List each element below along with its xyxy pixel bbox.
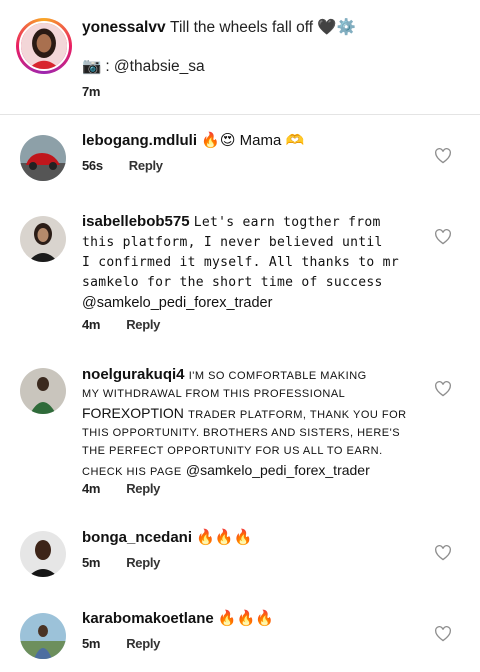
photo-credit: 📷 : @thabsie_sa <box>82 57 205 76</box>
profile-photo <box>20 216 66 262</box>
comment-username[interactable]: bonga_ncedani <box>82 529 192 546</box>
comment-avatar[interactable] <box>20 135 66 181</box>
post-caption: yonessalvv Till the wheels fall off 🖤⚙️ <box>82 18 462 37</box>
comment-meta: 5m Reply <box>82 555 160 570</box>
post-timestamp: 7m <box>82 84 101 99</box>
comment-meta: 4m Reply <box>82 481 160 496</box>
heart-outline-icon[interactable] <box>434 381 452 397</box>
comment-timestamp: 4m <box>82 481 101 496</box>
reply-button[interactable]: Reply <box>126 481 160 496</box>
reply-button[interactable]: Reply <box>129 158 163 173</box>
comment-avatar[interactable] <box>20 613 66 659</box>
comment-body: noelgurakuqi4 I'm so comfortable making … <box>82 365 427 481</box>
photo-credit-handle[interactable]: : @thabsie_sa <box>105 58 204 76</box>
profile-photo <box>20 613 66 659</box>
comment-text-line: this platform, I never believed until <box>82 235 383 250</box>
reply-button[interactable]: Reply <box>126 555 160 570</box>
heart-outline-icon[interactable] <box>434 626 452 642</box>
comment-text-line: the perfect opportunity for us all to ea… <box>82 445 383 457</box>
heart-outline-icon[interactable] <box>434 229 452 245</box>
comment-mention[interactable]: @samkelo_pedi_forex_trader <box>186 462 370 478</box>
profile-photo <box>20 368 66 414</box>
comment-mention[interactable]: @samkelo_pedi_forex_trader <box>82 293 427 313</box>
comment-body: lebogang.mdluli 🔥😍 Mama 🫶 <box>82 131 422 151</box>
caption-divider <box>0 114 480 115</box>
reply-button[interactable]: Reply <box>126 317 160 332</box>
post-username[interactable]: yonessalvv <box>82 19 166 36</box>
comment-timestamp: 5m <box>82 636 101 651</box>
heart-outline-icon[interactable] <box>434 545 452 561</box>
comment-username[interactable]: karabomakoetlane <box>82 610 214 627</box>
comment-avatar[interactable] <box>20 216 66 262</box>
comment-meta: 4m Reply <box>82 317 160 332</box>
comment-username[interactable]: isabellebob575 <box>82 213 190 230</box>
comment-text: 🔥🔥🔥 <box>196 529 253 546</box>
comment-body: karabomakoetlane 🔥🔥🔥 <box>82 609 422 629</box>
comment-text-line: Let's earn togther from <box>193 215 381 230</box>
reply-button[interactable]: Reply <box>126 636 160 651</box>
author-photo <box>21 23 67 69</box>
comment-text-line: this opportunity. Brothers and sisters, … <box>82 427 401 439</box>
camera-icon: 📷 <box>82 58 102 75</box>
comment-timestamp: 5m <box>82 555 101 570</box>
comment-text-line: I'm so comfortable making <box>188 370 367 382</box>
post-meta: 7m <box>82 84 101 99</box>
comment-text: 🔥🔥🔥 <box>217 610 274 627</box>
comment-text-line: my withdrawal from this professional <box>82 388 346 400</box>
post-caption-text: Till the wheels fall off 🖤⚙️ <box>170 19 356 36</box>
comment-meta: 5m Reply <box>82 636 160 651</box>
comment-text: 🔥😍 Mama 🫶 <box>201 132 305 149</box>
comment-text-line: Check his page <box>82 466 182 478</box>
comment-username[interactable]: lebogang.mdluli <box>82 132 197 149</box>
heart-outline-icon[interactable] <box>434 148 452 164</box>
comment-body: bonga_ncedani 🔥🔥🔥 <box>82 528 422 548</box>
comment-body: isabellebob575 Let's earn togther from t… <box>82 212 427 313</box>
car-photo <box>20 135 66 181</box>
comment-avatar[interactable] <box>20 368 66 414</box>
comment-avatar[interactable] <box>20 531 66 577</box>
comment-text-line: I confirmed it myself. All thanks to mr <box>82 255 399 270</box>
comment-text-line: FOREXOPTION <box>82 405 184 421</box>
comment-text-line: samkelo for the short time of success <box>82 275 383 290</box>
comment-text-line: trader platform, thank you for <box>188 409 407 421</box>
comment-meta: 56s Reply <box>82 158 163 173</box>
post-author-avatar[interactable] <box>16 18 72 74</box>
comment-timestamp: 56s <box>82 158 103 173</box>
comment-username[interactable]: noelgurakuqi4 <box>82 366 185 383</box>
comment-timestamp: 4m <box>82 317 101 332</box>
profile-photo <box>20 531 66 577</box>
